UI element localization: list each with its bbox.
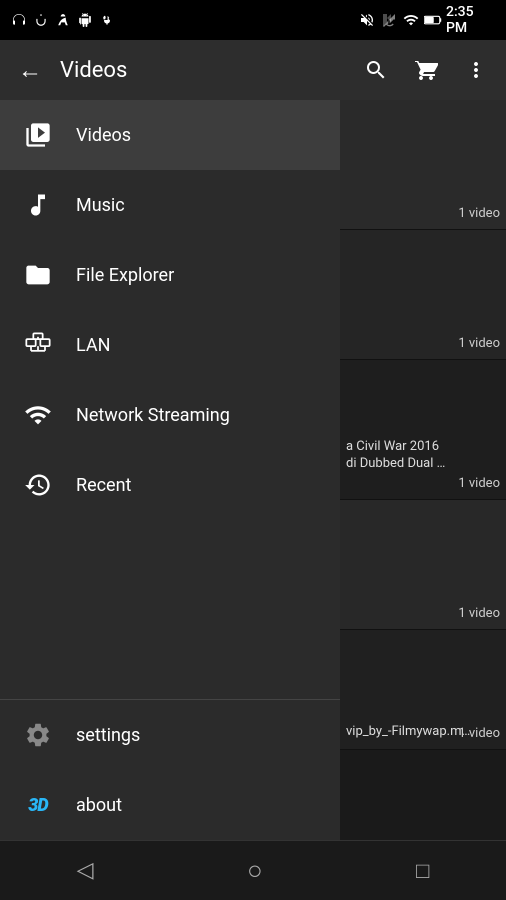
cart-button[interactable]	[406, 50, 446, 90]
main-area: 1 video 1 video a Civil War 2016di Dubbe…	[0, 100, 506, 840]
status-right-icons: 2:35 PM	[358, 11, 496, 29]
bag-icon	[54, 11, 72, 29]
sidebar-item-lan[interactable]: LAN	[0, 310, 340, 380]
sidebar-item-file-explorer[interactable]: File Explorer	[0, 240, 340, 310]
mute-icon	[358, 11, 376, 29]
signal-off-icon	[380, 11, 398, 29]
streaming-icon	[20, 397, 56, 433]
sidebar-item-about[interactable]: 3D about	[0, 770, 340, 840]
nav-recent-button[interactable]: □	[396, 848, 449, 894]
video-item-3[interactable]: a Civil War 2016di Dubbed Dual … 1 video	[340, 360, 506, 500]
recent-icon	[20, 467, 56, 503]
video-count-1: 1 video	[458, 206, 500, 221]
sidebar-item-music-label: Music	[76, 195, 125, 216]
3d-icon: 3D	[20, 787, 56, 823]
sidebar-item-about-label: about	[76, 795, 122, 816]
lan-icon	[20, 327, 56, 363]
video-item-4[interactable]: 1 video	[340, 500, 506, 630]
video-count-5: 1 video	[458, 726, 500, 741]
drawer-menu: Videos Music File Explorer	[0, 100, 340, 699]
sidebar-item-network-streaming[interactable]: Network Streaming	[0, 380, 340, 450]
video-count-4: 1 video	[458, 606, 500, 621]
bottom-navigation: ◁ ○ □	[0, 840, 506, 900]
nav-home-button[interactable]: ○	[227, 845, 283, 896]
sidebar-item-music[interactable]: Music	[0, 170, 340, 240]
drawer: Videos Music File Explorer	[0, 100, 340, 840]
content-area: 1 video 1 video a Civil War 2016di Dubbe…	[340, 100, 506, 840]
android-icon	[76, 11, 94, 29]
toolbar-title: Videos	[60, 58, 346, 83]
back-button[interactable]: ←	[10, 48, 50, 93]
search-button[interactable]	[356, 50, 396, 90]
folder-icon	[20, 257, 56, 293]
toolbar: ← Videos	[0, 40, 506, 100]
gear-icon	[20, 717, 56, 753]
sidebar-item-lan-label: LAN	[76, 335, 110, 356]
status-left-icons	[10, 11, 116, 29]
drawer-bottom: settings 3D about	[0, 699, 340, 840]
video-item-2[interactable]: 1 video	[340, 230, 506, 360]
video-item-1[interactable]: 1 video	[340, 100, 506, 230]
sidebar-item-file-explorer-label: File Explorer	[76, 265, 174, 286]
usb-icon	[98, 11, 116, 29]
toolbar-actions	[356, 50, 496, 90]
more-button[interactable]	[456, 50, 496, 90]
status-bar: 2:35 PM	[0, 0, 506, 40]
video-count-3: 1 video	[458, 476, 500, 491]
sidebar-item-videos[interactable]: Videos	[0, 100, 340, 170]
sidebar-item-videos-label: Videos	[76, 125, 131, 146]
sidebar-item-settings-label: settings	[76, 725, 140, 746]
time-display: 2:35 PM	[446, 11, 496, 29]
sidebar-item-network-streaming-label: Network Streaming	[76, 405, 230, 426]
sidebar-item-settings[interactable]: settings	[0, 700, 340, 770]
music-icon	[20, 187, 56, 223]
sidebar-item-recent-label: Recent	[76, 475, 131, 496]
video-icon	[20, 117, 56, 153]
battery-icon	[424, 11, 442, 29]
sidebar-item-recent[interactable]: Recent	[0, 450, 340, 520]
signal-bars-icon	[402, 11, 420, 29]
video-count-2: 1 video	[458, 336, 500, 351]
video-text-3: a Civil War 2016di Dubbed Dual …	[346, 439, 500, 473]
headphone-icon	[10, 11, 28, 29]
vibrate-icon	[32, 11, 50, 29]
video-item-5[interactable]: vip_by_-Filmywap.m… 1 video	[340, 630, 506, 750]
nav-back-button[interactable]: ◁	[57, 848, 114, 893]
